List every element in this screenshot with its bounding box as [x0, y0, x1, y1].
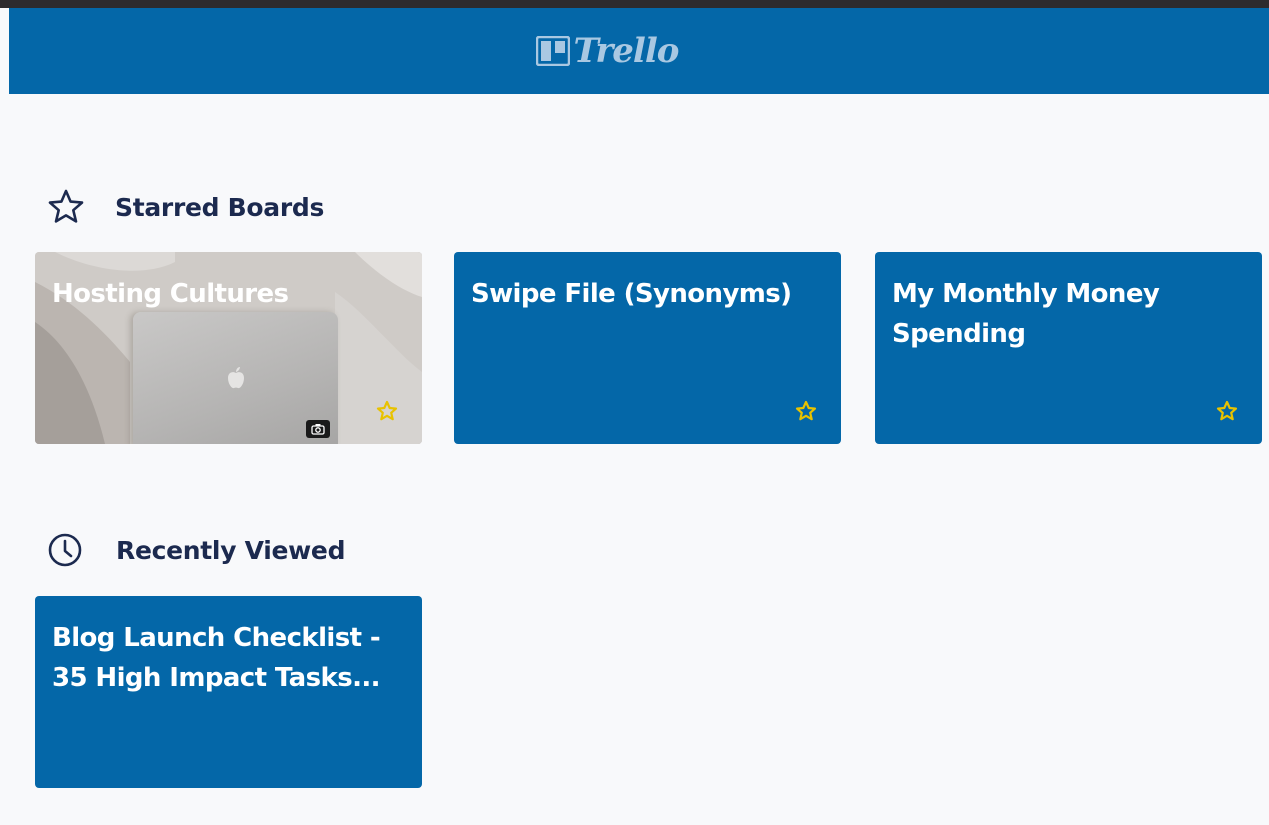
board-tile-hosting-cultures[interactable]: Hosting Cultures: [35, 252, 422, 444]
app-header: Trello: [9, 8, 1269, 94]
camera-icon: [311, 424, 325, 435]
apple-logo-icon: [228, 367, 244, 389]
recently-viewed-heading: Recently Viewed: [47, 532, 345, 568]
star-icon[interactable]: [795, 400, 817, 422]
board-title: My Monthly Money Spending: [892, 279, 1160, 349]
star-icon[interactable]: [376, 400, 398, 422]
clock-icon: [48, 533, 82, 567]
board-tile-monthly-money[interactable]: My Monthly Money Spending: [875, 252, 1262, 444]
section-title: Recently Viewed: [116, 535, 346, 565]
photo-credit-badge[interactable]: [306, 420, 330, 438]
board-title: Blog Launch Checklist - 35 High Impact T…: [52, 623, 381, 693]
star-outline-icon: [48, 189, 84, 223]
starred-boards-heading: Starred Boards: [47, 188, 324, 226]
board-title: Swipe File (Synonyms): [471, 279, 792, 309]
section-title: Starred Boards: [115, 192, 325, 222]
trello-logo[interactable]: Trello: [535, 31, 680, 71]
board-tile-swipe-file[interactable]: Swipe File (Synonyms): [454, 252, 841, 444]
logo-text: Trello: [573, 31, 680, 71]
trello-board-icon: [535, 36, 570, 66]
board-title: Hosting Cultures: [52, 279, 289, 309]
board-tile-blog-launch[interactable]: Blog Launch Checklist - 35 High Impact T…: [35, 596, 422, 788]
star-icon[interactable]: [1216, 400, 1238, 422]
window-top-bar: [0, 0, 1269, 8]
